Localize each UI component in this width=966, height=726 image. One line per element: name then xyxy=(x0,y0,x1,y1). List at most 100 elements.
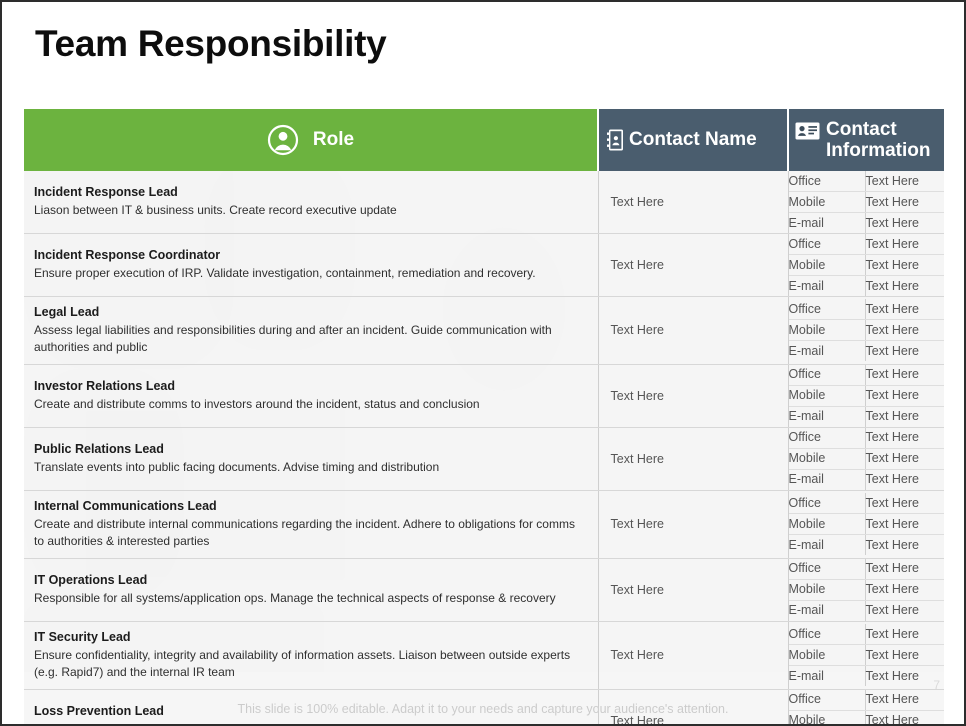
contact-channel-label: Mobile xyxy=(788,579,866,601)
table-row: Internal Communications Lead Create and d… xyxy=(24,490,945,559)
contact-name-cell[interactable]: Text Here xyxy=(598,364,789,428)
contact-channel-value[interactable]: Text Here xyxy=(865,254,944,276)
contact-channel-label: E-mail xyxy=(788,212,866,233)
contact-information-row: Office Text Here xyxy=(788,427,944,449)
contact-channel-value[interactable]: Text Here xyxy=(865,213,944,234)
contact-information-cell: OfficeText HereMobileText HereE-mailText… xyxy=(788,364,944,428)
contact-channel-value[interactable]: Text Here xyxy=(865,385,944,407)
person-circle-icon xyxy=(267,124,299,156)
contact-channel-value[interactable]: Text Here xyxy=(865,493,944,515)
contact-channel-label: E-mail xyxy=(788,469,866,490)
role-description: Ensure that physical assets are protecte… xyxy=(34,721,588,724)
role-cell: Incident Response Lead Liason between IT … xyxy=(24,171,599,234)
contact-channel-label: E-mail xyxy=(788,406,866,427)
contact-information-row: Office Text Here xyxy=(788,689,944,711)
contact-information-cell: OfficeText HereMobileText HereE-mailText… xyxy=(788,558,944,622)
contact-channel-value[interactable]: Text Here xyxy=(865,689,944,711)
table-row: Investor Relations Lead Create and distri… xyxy=(24,364,944,428)
role-description: Create and distribute internal communica… xyxy=(34,516,575,548)
contact-channel-label: Mobile xyxy=(788,448,866,470)
contact-channel-value[interactable]: Text Here xyxy=(865,644,944,667)
contact-information-row: E-mail Text Here xyxy=(788,340,945,362)
role-cell: Investor Relations Lead Create and distri… xyxy=(24,364,599,428)
contact-channel-value[interactable]: Text Here xyxy=(865,469,944,490)
contact-channel-value[interactable]: Text Here xyxy=(865,624,944,646)
contact-channel-value[interactable]: Text Here xyxy=(865,535,944,556)
contact-channel-value[interactable]: Text Here xyxy=(865,341,944,362)
contact-name-cell[interactable]: Text Here xyxy=(598,296,789,365)
contact-channel-value[interactable]: Text Here xyxy=(865,276,944,297)
contact-name-cell[interactable]: Text Here xyxy=(598,427,789,491)
id-card-icon xyxy=(795,122,820,140)
contact-channel-value[interactable]: Text Here xyxy=(865,427,944,449)
contact-channel-label: Mobile xyxy=(788,513,866,536)
contact-information-table: OfficeText HereMobileText HereE-mailText… xyxy=(788,234,945,297)
role-title: IT Security Lead xyxy=(34,629,131,644)
role-cell: Legal Lead Assess legal liabilities and r… xyxy=(24,296,599,365)
contact-information-row: E-mail Text Here xyxy=(788,534,945,556)
contact-channel-label: Office xyxy=(788,171,866,192)
contact-name-cell[interactable]: Text Here xyxy=(598,171,789,234)
slide: Team Responsibility Role Contact Name Co… xyxy=(0,0,966,726)
contact-information-row: Office Text Here xyxy=(788,558,944,580)
contact-channel-label: Office xyxy=(788,364,866,386)
contact-channel-label: Office xyxy=(788,299,866,321)
contact-information-cell: OfficeText HereMobileText HereE-mailText… xyxy=(788,296,945,365)
contact-information-table: OfficeText HereMobileText HereE-mailText… xyxy=(788,558,944,621)
contact-channel-value[interactable]: Text Here xyxy=(865,579,944,601)
role-title: Legal Lead xyxy=(34,305,100,319)
contact-name-cell[interactable]: Text Here xyxy=(598,621,789,690)
contact-channel-label: E-mail xyxy=(788,534,866,556)
contact-name-cell[interactable]: Text Here xyxy=(598,689,789,724)
contact-information-row: Mobile Text Here xyxy=(788,710,944,724)
contact-information-row: E-mail Text Here xyxy=(788,275,945,297)
role-title: Internal Communications Lead xyxy=(34,498,217,513)
role-title: IT Operations Lead xyxy=(34,572,148,587)
contact-information-row: E-mail Text Here xyxy=(788,469,945,490)
contact-channel-value[interactable]: Text Here xyxy=(865,666,944,687)
contact-information-cell: OfficeText HereMobileText HereE-mailText… xyxy=(788,427,945,491)
contact-information-table: OfficeText HereMobileText HereE-mailText… xyxy=(788,299,945,362)
column-header-contact-name[interactable]: Contact Name xyxy=(598,109,789,171)
role-description: Assess legal liabilities and responsibil… xyxy=(34,322,552,354)
table-body: Incident Response Lead Liason between IT … xyxy=(24,171,945,724)
table-row: Loss Prevention Lead Ensure that physical… xyxy=(24,689,944,724)
column-header-role[interactable]: Role xyxy=(24,109,599,171)
contact-channel-label: Office xyxy=(788,493,866,515)
contact-channel-label: E-mail xyxy=(788,665,866,687)
contact-name-cell[interactable]: Text Here xyxy=(598,490,789,559)
role-description: Create and distribute comms to investors… xyxy=(34,396,480,411)
contact-channel-value[interactable]: Text Here xyxy=(865,171,944,192)
contact-channel-value[interactable]: Text Here xyxy=(865,299,944,321)
role-title: Incident Response Lead xyxy=(34,185,178,200)
contact-name-cell[interactable]: Text Here xyxy=(598,558,789,622)
contact-channel-value[interactable]: Text Here xyxy=(865,406,944,427)
contact-channel-value[interactable]: Text Here xyxy=(865,191,944,213)
contact-channel-value[interactable]: Text Here xyxy=(865,710,944,724)
contact-information-table: OfficeText HereMobileText HereE-mailText… xyxy=(788,493,945,556)
contact-channel-value[interactable]: Text Here xyxy=(865,364,944,386)
responsibility-table-wrapper: Role Contact Name Contact Information In… xyxy=(24,109,944,724)
contact-name-cell[interactable]: Text Here xyxy=(598,233,789,297)
contact-channel-value[interactable]: Text Here xyxy=(865,234,944,255)
role-title: Loss Prevention Lead xyxy=(34,703,164,718)
table-row: Incident Response Coordinator Ensure prop… xyxy=(24,233,945,297)
contact-information-cell: OfficeText HereMobileText HereE-mailText… xyxy=(788,233,945,297)
contact-information-table: OfficeText HereMobileText HereE-mailText… xyxy=(788,689,944,724)
column-header-contact-information[interactable]: Contact Information xyxy=(788,109,944,171)
contact-channel-label: Office xyxy=(788,689,866,711)
contact-channel-label: E-mail xyxy=(788,275,866,296)
contact-channel-value[interactable]: Text Here xyxy=(865,319,944,342)
contact-information-cell: OfficeText HereMobileText HereE-mailText… xyxy=(788,171,944,234)
contact-channel-value[interactable]: Text Here xyxy=(865,558,944,580)
contact-channel-value[interactable]: Text Here xyxy=(865,448,944,470)
role-cell: Incident Response Coordinator Ensure prop… xyxy=(24,233,599,297)
role-description: Liason between IT & business units. Crea… xyxy=(34,202,397,217)
contact-information-row: Mobile Text Here xyxy=(788,254,944,276)
contact-channel-value[interactable]: Text Here xyxy=(865,513,944,536)
role-cell: Loss Prevention Lead Ensure that physical… xyxy=(24,689,599,724)
table-row: IT Operations Lead Responsible for all sy… xyxy=(24,558,944,622)
contact-channel-value[interactable]: Text Here xyxy=(865,600,944,621)
contact-information-row: Mobile Text Here xyxy=(788,579,944,601)
contact-channel-label: Office xyxy=(788,558,866,580)
